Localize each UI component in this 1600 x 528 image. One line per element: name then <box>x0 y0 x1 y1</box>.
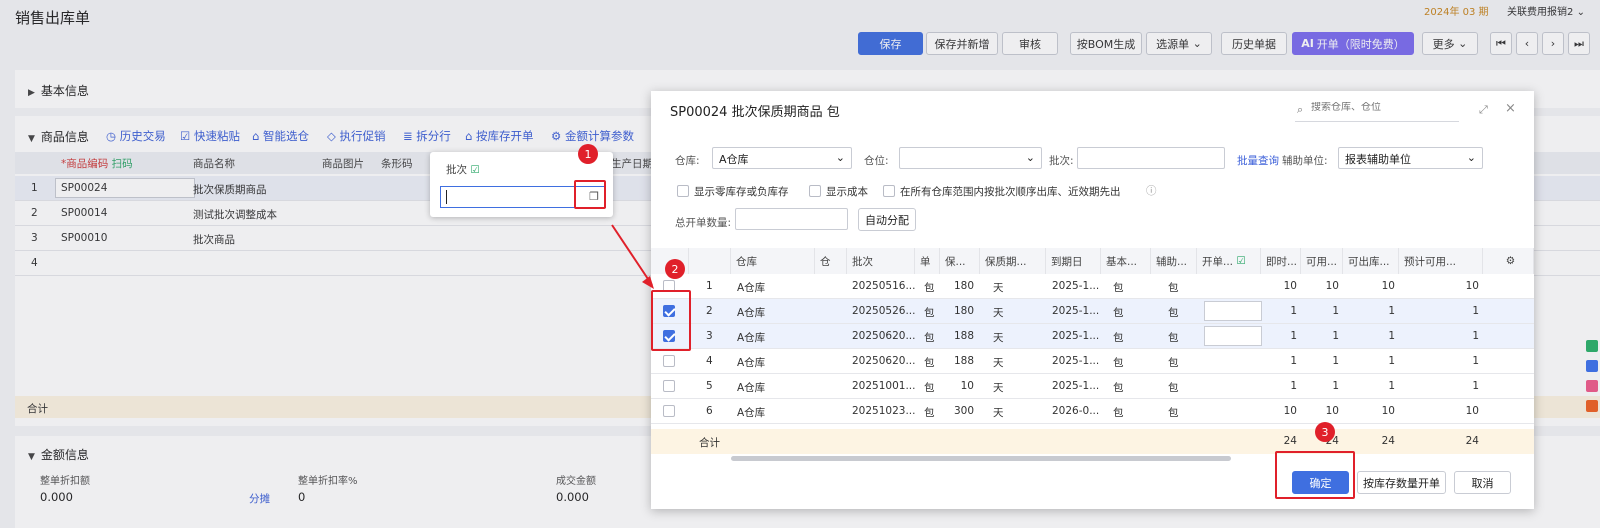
message-icon[interactable] <box>1586 360 1598 372</box>
step-arrow <box>611 224 654 289</box>
gift-icon[interactable] <box>1586 380 1598 392</box>
side-float-toolbar <box>1586 340 1600 420</box>
chat-icon[interactable] <box>1586 340 1598 352</box>
report-icon[interactable] <box>1586 400 1598 412</box>
